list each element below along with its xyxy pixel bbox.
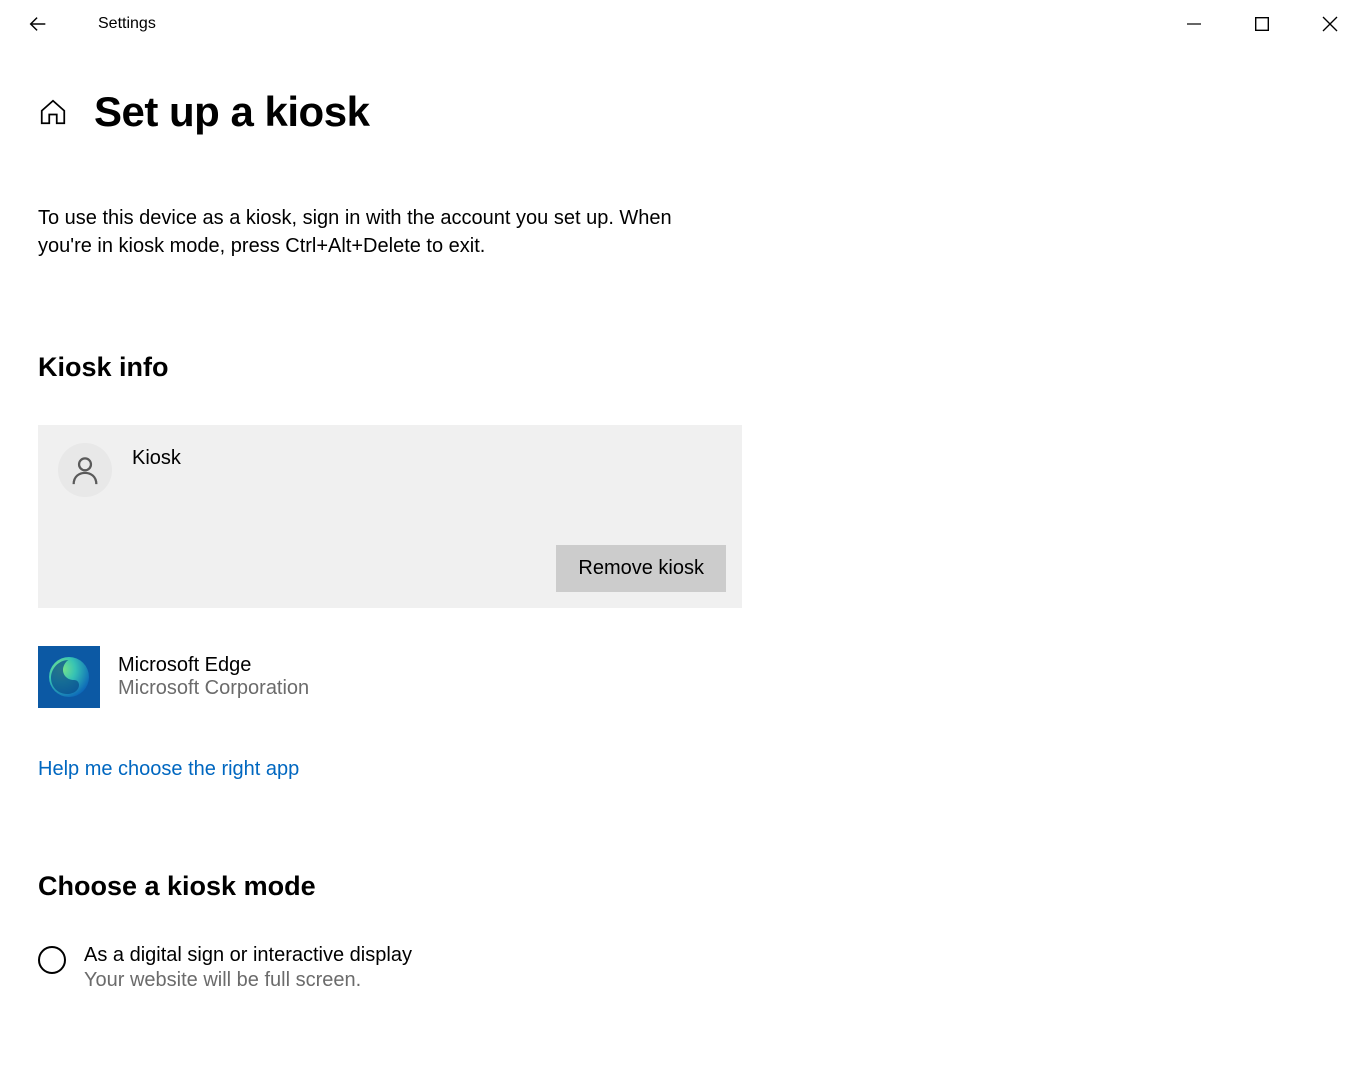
minimize-button[interactable] [1160,0,1228,48]
close-icon [1322,16,1338,32]
kiosk-account-card[interactable]: Kiosk Remove kiosk [38,425,742,608]
close-button[interactable] [1296,0,1364,48]
edge-icon [44,652,94,702]
page-title: Set up a kiosk [94,88,369,136]
window-controls [1160,0,1364,48]
radio-sublabel: Your website will be full screen. [84,969,412,992]
back-button[interactable] [18,4,58,44]
kiosk-info-heading: Kiosk info [38,352,1326,383]
radio-label: As a digital sign or interactive display [84,944,412,967]
app-info: Microsoft Edge Microsoft Corporation [118,654,309,700]
home-icon [38,97,68,127]
kiosk-card-header: Kiosk [54,441,726,499]
radio-option-digital-sign[interactable]: As a digital sign or interactive display… [38,944,1326,992]
app-publisher: Microsoft Corporation [118,677,309,700]
content-area: Set up a kiosk To use this device as a k… [0,48,1364,992]
remove-kiosk-button[interactable]: Remove kiosk [556,545,726,592]
kiosk-account-name: Kiosk [132,443,181,470]
choose-mode-heading: Choose a kiosk mode [38,871,1326,902]
app-icon [38,646,100,708]
radio-text: As a digital sign or interactive display… [84,944,412,992]
page-description: To use this device as a kiosk, sign in w… [38,204,718,260]
titlebar: Settings [0,0,1364,48]
maximize-icon [1255,17,1269,31]
radio-icon [38,946,66,974]
app-name: Microsoft Edge [118,654,309,677]
minimize-icon [1187,17,1201,31]
home-button[interactable] [38,97,68,127]
kiosk-app-row[interactable]: Microsoft Edge Microsoft Corporation [38,646,1326,708]
maximize-button[interactable] [1228,0,1296,48]
help-link[interactable]: Help me choose the right app [38,758,299,781]
back-arrow-icon [27,13,49,35]
avatar [58,443,112,497]
page-header: Set up a kiosk [38,88,1326,136]
window-title: Settings [98,15,156,33]
kiosk-card-actions: Remove kiosk [54,545,726,592]
person-icon [68,453,102,487]
